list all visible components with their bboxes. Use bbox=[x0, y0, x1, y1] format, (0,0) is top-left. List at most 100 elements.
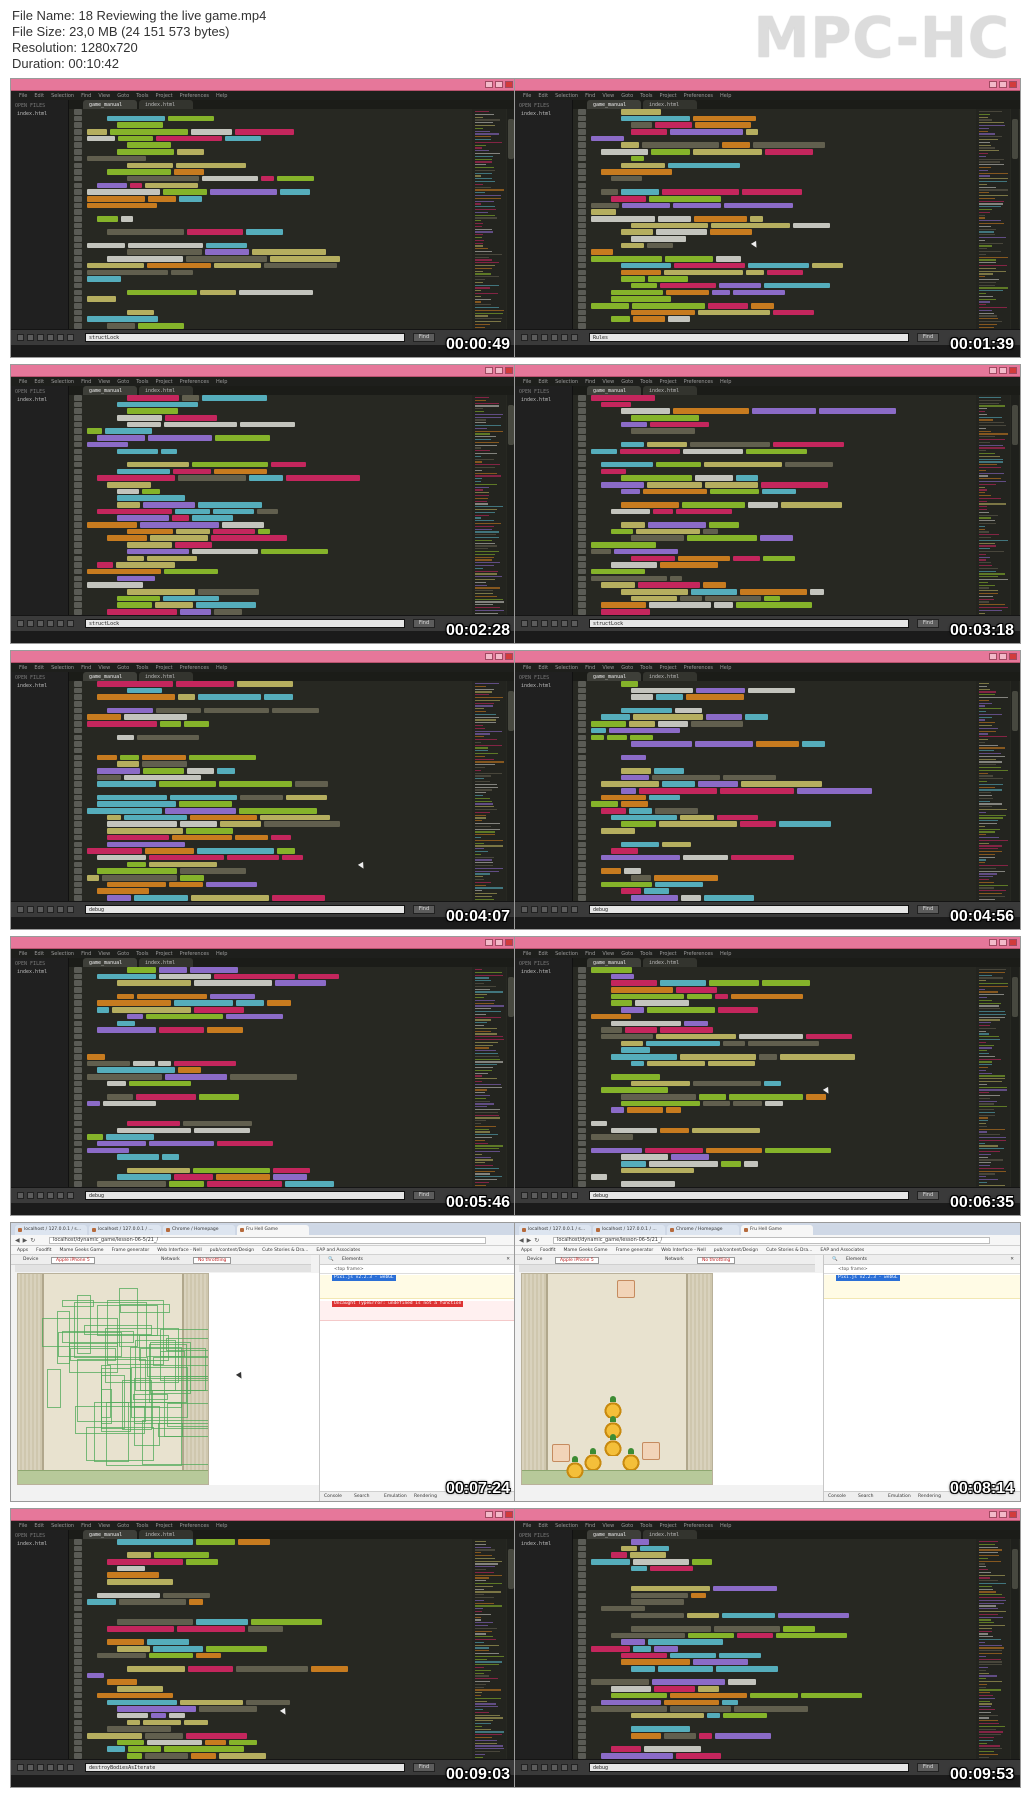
menu-item[interactable]: Goto bbox=[117, 665, 129, 671]
menu-item[interactable]: View bbox=[602, 665, 614, 671]
drawer-tab[interactable]: Search bbox=[354, 1494, 369, 1499]
menu-item[interactable]: Help bbox=[720, 379, 731, 385]
menu-item[interactable]: Selection bbox=[51, 951, 74, 957]
find-input[interactable]: debug bbox=[589, 905, 909, 914]
menu-item[interactable]: Edit bbox=[538, 1523, 548, 1529]
in-selection-toggle-icon[interactable] bbox=[57, 334, 64, 341]
drawer-tab[interactable]: Console bbox=[324, 1494, 342, 1499]
tab-game-manual[interactable]: game_manual bbox=[587, 1530, 641, 1539]
menu-item[interactable]: Selection bbox=[51, 1523, 74, 1529]
case-toggle-icon[interactable] bbox=[531, 620, 538, 627]
scrollbar-thumb[interactable] bbox=[1012, 691, 1018, 731]
menu-item[interactable]: Preferences bbox=[684, 379, 713, 385]
menu-item[interactable]: Edit bbox=[538, 951, 548, 957]
menu-item[interactable]: Project bbox=[660, 1523, 677, 1529]
menu-item[interactable]: Tools bbox=[640, 665, 652, 671]
find-input[interactable]: structLock bbox=[85, 333, 405, 342]
close-icon[interactable] bbox=[505, 367, 513, 374]
browser-tab[interactable]: Fru Hell Game bbox=[237, 1225, 309, 1235]
scrollbar-thumb[interactable] bbox=[1012, 1549, 1018, 1589]
menu-item[interactable]: Goto bbox=[117, 951, 129, 957]
minimize-icon[interactable] bbox=[485, 939, 493, 946]
menu-item[interactable]: Help bbox=[720, 1523, 731, 1529]
menu-item[interactable]: Help bbox=[216, 1523, 227, 1529]
minimap[interactable] bbox=[472, 967, 506, 1192]
browser-tab[interactable]: localhost / 127.0.0.1 / ... bbox=[593, 1225, 665, 1235]
browser-tab[interactable]: localhost / 127.0.0.1 / s... bbox=[519, 1225, 591, 1235]
console-filter[interactable]: <top frame> bbox=[320, 1265, 516, 1274]
devtools-search-icon[interactable]: 🔍 bbox=[328, 1257, 334, 1262]
bookmark-item[interactable]: Foodfit bbox=[540, 1248, 555, 1253]
menu-item[interactable]: File bbox=[19, 1523, 27, 1529]
menu-item[interactable]: Goto bbox=[621, 665, 633, 671]
menu-item[interactable]: View bbox=[98, 951, 110, 957]
bookmark-item[interactable]: Frame generator bbox=[616, 1248, 654, 1253]
close-icon[interactable] bbox=[505, 1511, 513, 1518]
close-icon[interactable] bbox=[1009, 653, 1017, 660]
menu-item[interactable]: Tools bbox=[640, 93, 652, 99]
menu-item[interactable]: Edit bbox=[538, 379, 548, 385]
bookmark-item[interactable]: Mame Geeks Game bbox=[564, 1248, 608, 1253]
back-icon[interactable]: ◀ bbox=[519, 1237, 524, 1244]
code-area[interactable] bbox=[87, 967, 470, 1187]
maximize-icon[interactable] bbox=[495, 367, 503, 374]
close-icon[interactable] bbox=[505, 81, 513, 88]
find-button[interactable]: Find bbox=[413, 1191, 435, 1200]
bookmark-item[interactable]: Apps bbox=[521, 1248, 532, 1253]
minimap[interactable] bbox=[976, 681, 1010, 906]
menu-item[interactable]: Find bbox=[585, 1523, 595, 1529]
tab-index[interactable]: index.html bbox=[643, 386, 697, 395]
wrap-toggle-icon[interactable] bbox=[47, 334, 54, 341]
bookmark-item[interactable]: pub/content/Design bbox=[210, 1248, 254, 1253]
menu-item[interactable]: Find bbox=[81, 1523, 91, 1529]
console-filter[interactable]: <top frame> bbox=[824, 1265, 1020, 1274]
find-button[interactable]: Find bbox=[413, 1763, 435, 1772]
bookmark-item[interactable]: Frame generator bbox=[112, 1248, 150, 1253]
tab-index[interactable]: index.html bbox=[643, 958, 697, 967]
find-button[interactable]: Find bbox=[413, 619, 435, 628]
menu-item[interactable]: Tools bbox=[136, 1523, 148, 1529]
menu-item[interactable]: File bbox=[523, 951, 531, 957]
menu-item[interactable]: View bbox=[602, 1523, 614, 1529]
sidebar-file-item[interactable]: index.html bbox=[17, 969, 47, 975]
tab-index[interactable]: index.html bbox=[643, 672, 697, 681]
menu-item[interactable]: Help bbox=[720, 93, 731, 99]
minimize-icon[interactable] bbox=[485, 367, 493, 374]
find-button[interactable]: Find bbox=[413, 905, 435, 914]
maximize-icon[interactable] bbox=[999, 1511, 1007, 1518]
bookmark-item[interactable]: Web Interface - Nell bbox=[661, 1248, 706, 1253]
menu-item[interactable]: Tools bbox=[136, 665, 148, 671]
bookmark-item[interactable]: EAP and Associates bbox=[316, 1248, 360, 1253]
sidebar-file-item[interactable]: index.html bbox=[17, 1541, 47, 1547]
menu-item[interactable]: Goto bbox=[117, 379, 129, 385]
code-area[interactable] bbox=[591, 967, 974, 1187]
vertical-scrollbar[interactable] bbox=[1011, 395, 1019, 615]
menu-item[interactable]: Selection bbox=[555, 93, 578, 99]
menu-item[interactable]: Edit bbox=[538, 93, 548, 99]
menu-item[interactable]: Preferences bbox=[180, 379, 209, 385]
regex-toggle-icon[interactable] bbox=[17, 620, 24, 627]
device-select[interactable]: Apple iPhone 5 bbox=[555, 1257, 599, 1264]
sidebar-file-item[interactable]: index.html bbox=[17, 683, 47, 689]
minimap[interactable] bbox=[472, 109, 506, 334]
find-button[interactable]: Find bbox=[917, 1191, 939, 1200]
highlight-toggle-icon[interactable] bbox=[67, 334, 74, 341]
menu-item[interactable]: File bbox=[523, 665, 531, 671]
drawer-tab[interactable]: Emulation bbox=[384, 1494, 407, 1499]
editor-thumbnail-2[interactable]: File Edit Selection Find View Goto Tools Projec… bbox=[514, 78, 1021, 358]
find-input[interactable]: Rules bbox=[589, 333, 909, 342]
code-area[interactable] bbox=[87, 109, 470, 329]
reload-icon[interactable]: ↻ bbox=[534, 1237, 539, 1244]
menu-item[interactable]: Preferences bbox=[180, 951, 209, 957]
menu-item[interactable]: Goto bbox=[621, 379, 633, 385]
menu-item[interactable]: File bbox=[523, 379, 531, 385]
menu-item[interactable]: Preferences bbox=[684, 93, 713, 99]
menu-item[interactable]: Edit bbox=[34, 951, 44, 957]
case-toggle-icon[interactable] bbox=[531, 1192, 538, 1199]
highlight-toggle-icon[interactable] bbox=[571, 1192, 578, 1199]
minimize-icon[interactable] bbox=[989, 653, 997, 660]
menu-item[interactable]: View bbox=[602, 379, 614, 385]
case-toggle-icon[interactable] bbox=[27, 334, 34, 341]
tab-index[interactable]: index.html bbox=[643, 100, 697, 109]
highlight-toggle-icon[interactable] bbox=[571, 906, 578, 913]
